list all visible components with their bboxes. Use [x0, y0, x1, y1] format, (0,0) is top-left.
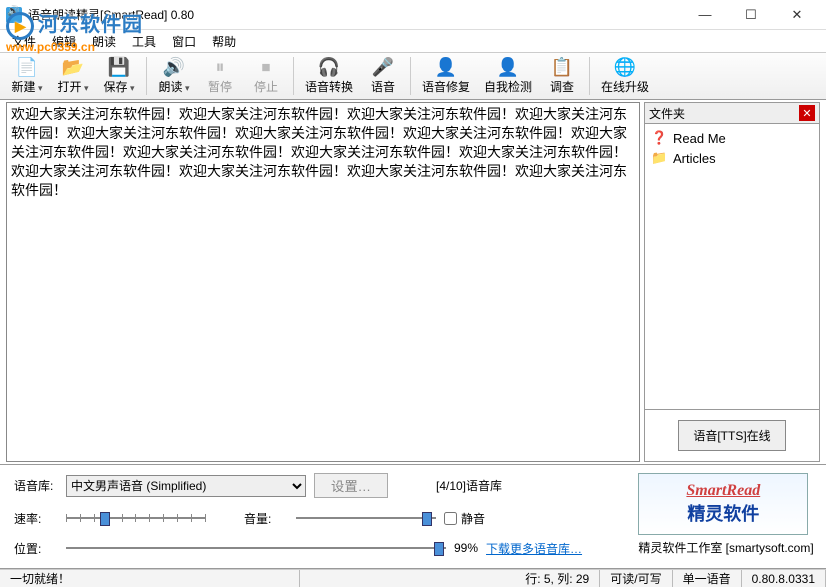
toolbar-upgrade-button[interactable]: 🌐在线升级	[594, 54, 656, 98]
minimize-button[interactable]: —	[682, 0, 728, 30]
product-logo: SmartRead 精灵软件	[638, 473, 808, 535]
tree-item-label: Read Me	[673, 131, 726, 146]
folder-tree[interactable]: ❓ Read Me 📁 Articles	[644, 124, 820, 410]
menu-item-4[interactable]: 窗口	[164, 31, 204, 52]
stop-icon: ⏹	[262, 57, 271, 78]
toolbar-save-label: 保存	[103, 78, 134, 95]
side-panel-title: 文件夹	[649, 105, 799, 122]
voice-library-label: 语音库:	[14, 477, 58, 494]
survey-icon: 📋	[551, 57, 573, 78]
voice-icon: 🎤	[372, 57, 394, 78]
new-icon: 📄	[16, 57, 38, 78]
status-cursor: 行: 5, 列: 29	[515, 570, 600, 587]
side-panel-close-button[interactable]: ✕	[799, 105, 815, 121]
toolbar-convert-label: 语音转换	[305, 78, 353, 95]
tree-item-1[interactable]: 📁 Articles	[649, 148, 815, 168]
tree-item-label: Articles	[673, 151, 716, 166]
close-button[interactable]: ✕	[774, 0, 820, 30]
studio-label: 精灵软件工作室	[638, 541, 722, 555]
toolbar-convert-button[interactable]: 🎧语音转换	[298, 54, 360, 98]
toolbar-voice-label: 语音	[371, 78, 395, 95]
status-readable: 可读/可写	[600, 570, 672, 587]
volume-slider[interactable]	[296, 508, 436, 528]
save-icon: 💾	[108, 57, 130, 78]
toolbar-separator	[410, 57, 411, 95]
toolbar-voice-button[interactable]: 🎤语音	[360, 54, 406, 98]
toolbar-selftest-label: 自我检测	[484, 78, 532, 95]
app-icon	[6, 7, 22, 23]
status-single: 单一语音	[673, 570, 742, 587]
folder-icon: 📁	[651, 150, 667, 166]
status-ready: 一切就绪！	[0, 570, 300, 587]
menu-item-1[interactable]: 编辑	[44, 31, 84, 52]
pause-icon: ⏸	[216, 57, 225, 78]
title-bar: 语音朗读精灵[SmartRead] 0.80 — ☐ ✕	[0, 0, 826, 30]
toolbar-repair-button[interactable]: 👤语音修复	[415, 54, 477, 98]
toolbar-new-button[interactable]: 📄新建	[4, 54, 50, 98]
upgrade-icon: 🌐	[614, 57, 636, 78]
toolbar-pause-button: ⏸暂停	[197, 54, 243, 98]
studio-link[interactable]: [smartysoft.com]	[726, 541, 814, 555]
toolbar-upgrade-label: 在线升级	[601, 78, 649, 95]
toolbar-save-button[interactable]: 💾保存	[96, 54, 142, 98]
toolbar-new-label: 新建	[11, 78, 42, 95]
toolbar-open-button[interactable]: 📂打开	[50, 54, 96, 98]
menu-bar: 文件编辑朗读工具窗口帮助	[0, 30, 826, 52]
repair-icon: 👤	[435, 57, 457, 78]
toolbar-stop-label: 停止	[254, 78, 278, 95]
selftest-icon: 👤	[497, 57, 519, 78]
status-version: 0.80.8.0331	[742, 570, 826, 587]
folder-icon: ❓	[651, 130, 667, 146]
side-panel: 文件夹 ✕ ❓ Read Me 📁 Articles 语音[TTS]在线	[644, 102, 820, 462]
toolbar-survey-button[interactable]: 📋调查	[539, 54, 585, 98]
toolbar-separator	[589, 57, 590, 95]
menu-item-2[interactable]: 朗读	[84, 31, 124, 52]
download-more-voices-link[interactable]: 下载更多语音库…	[486, 540, 582, 557]
toolbar-read-button[interactable]: 🔊朗读	[151, 54, 197, 98]
rate-slider[interactable]	[66, 508, 206, 528]
tree-item-0[interactable]: ❓ Read Me	[649, 128, 815, 148]
side-panel-header: 文件夹 ✕	[644, 102, 820, 124]
toolbar-stop-button: ⏹停止	[243, 54, 289, 98]
maximize-button[interactable]: ☐	[728, 0, 774, 30]
toolbar-repair-label: 语音修复	[422, 78, 470, 95]
text-editor[interactable]: 欢迎大家关注河东软件园！欢迎大家关注河东软件园！欢迎大家关注河东软件园！欢迎大家…	[6, 102, 640, 462]
voice-count-label: [4/10]语音库	[436, 477, 502, 494]
logo-box: SmartRead 精灵软件 精灵软件工作室 [smartysoft.com]	[626, 465, 826, 568]
volume-label: 音量:	[244, 510, 288, 527]
menu-item-5[interactable]: 帮助	[204, 31, 244, 52]
menu-item-3[interactable]: 工具	[124, 31, 164, 52]
voice-select[interactable]: 中文男声语音 (Simplified)	[66, 475, 306, 497]
status-bar: 一切就绪！ 行: 5, 列: 29 可读/可写 单一语音 0.80.8.0331	[0, 569, 826, 587]
position-percent: 99%	[454, 541, 478, 555]
rate-label: 速率:	[14, 510, 58, 527]
toolbar-separator	[146, 57, 147, 95]
toolbar-pause-label: 暂停	[208, 78, 232, 95]
open-icon: 📂	[62, 57, 84, 78]
convert-icon: 🎧	[318, 57, 340, 78]
settings-button[interactable]: 设置…	[314, 473, 388, 498]
tts-online-button[interactable]: 语音[TTS]在线	[678, 420, 785, 451]
read-icon: 🔊	[163, 57, 185, 78]
toolbar: 📄新建📂打开💾保存🔊朗读⏸暂停⏹停止🎧语音转换🎤语音👤语音修复👤自我检测📋调查🌐…	[0, 52, 826, 100]
window-title: 语音朗读精灵[SmartRead] 0.80	[28, 6, 682, 23]
position-slider[interactable]	[66, 538, 446, 558]
position-label: 位置:	[14, 540, 58, 557]
mute-checkbox[interactable]: 静音	[444, 510, 485, 527]
toolbar-selftest-button[interactable]: 👤自我检测	[477, 54, 539, 98]
toolbar-separator	[293, 57, 294, 95]
toolbar-read-label: 朗读	[158, 78, 189, 95]
toolbar-open-label: 打开	[57, 78, 88, 95]
menu-item-0[interactable]: 文件	[4, 31, 44, 52]
toolbar-survey-label: 调查	[550, 78, 574, 95]
bottom-panel: 语音库: 中文男声语音 (Simplified) 设置… [4/10]语音库 速…	[0, 465, 826, 569]
